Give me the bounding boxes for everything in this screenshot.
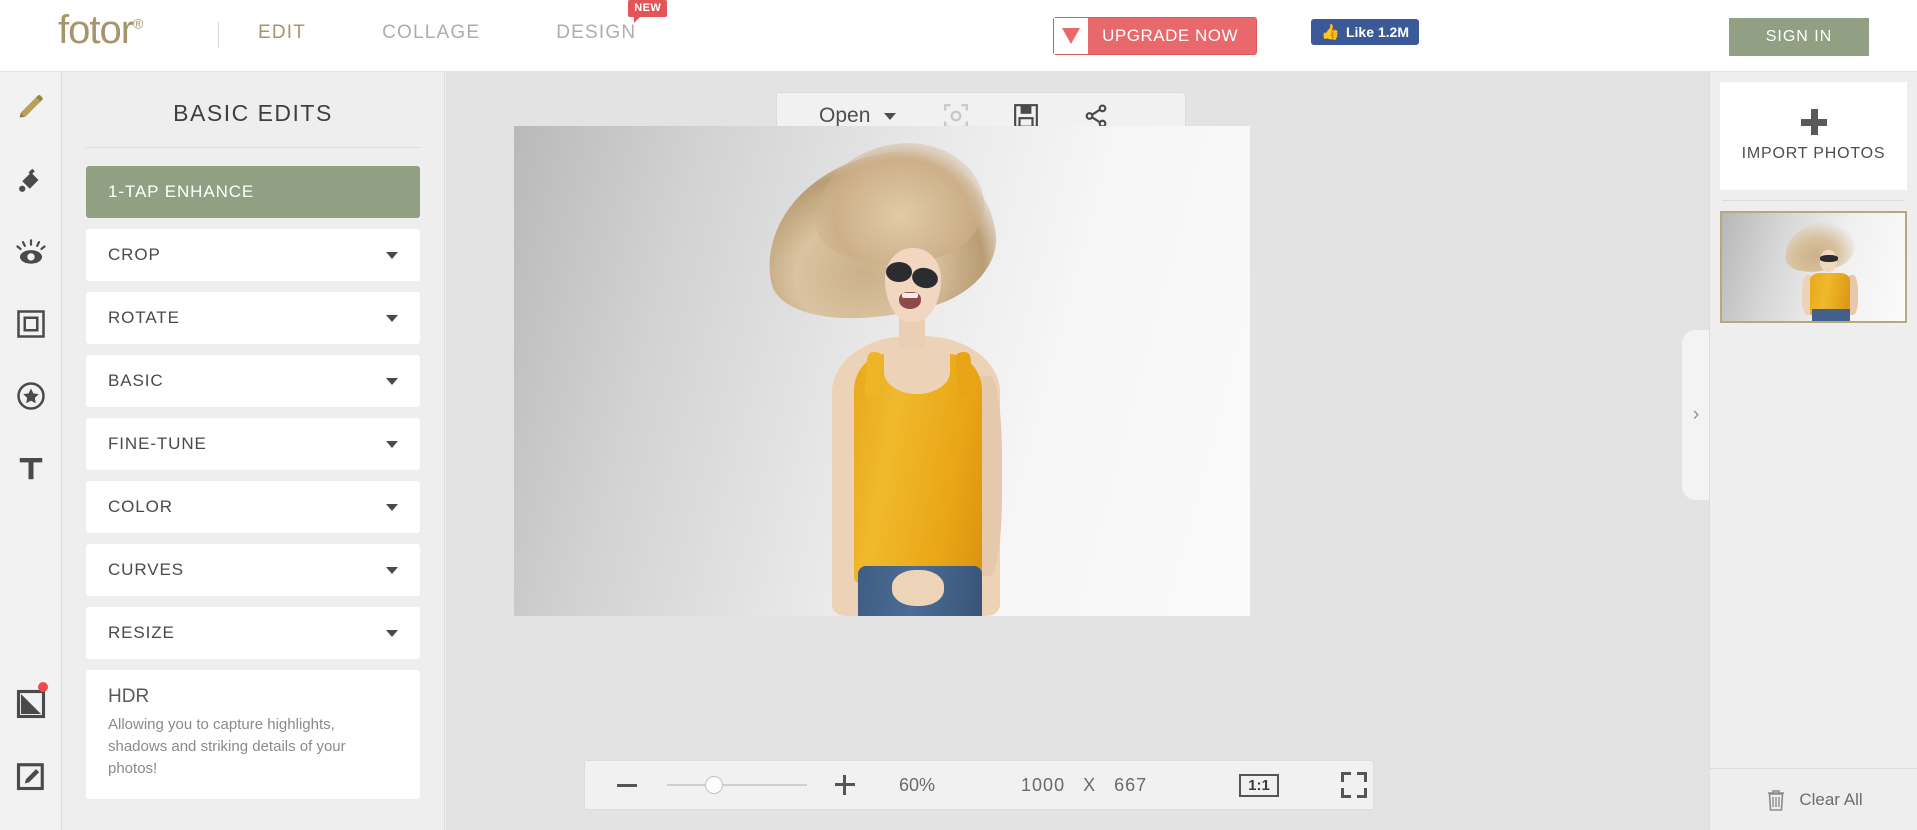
app-header: fotor® EDIT COLLAGE DESIGN NEW UPGRADE N… xyxy=(0,0,1917,72)
sidebar-item-label: FINE-TUNE xyxy=(108,434,207,453)
chevron-down-icon xyxy=(884,112,897,120)
zoom-slider[interactable] xyxy=(667,775,807,795)
new-badge: NEW xyxy=(628,0,668,23)
hdr-promo-description: Allowing you to capture highlights, shad… xyxy=(108,716,346,777)
image-height: 667 xyxy=(1114,774,1148,795)
chevron-down-icon xyxy=(386,504,398,511)
fullscreen-icon[interactable] xyxy=(1340,772,1367,798)
zoom-slider-handle[interactable] xyxy=(705,776,723,794)
panel-title: BASIC EDITS xyxy=(173,100,333,126)
zoom-out-button[interactable] xyxy=(617,783,637,787)
photo-neckline xyxy=(884,350,950,394)
zoom-in-button[interactable] xyxy=(835,775,855,795)
sidebar-item-curves[interactable]: CURVES xyxy=(86,544,420,596)
photo-mouth xyxy=(899,292,921,309)
sidebar-item-color[interactable]: COLOR xyxy=(86,481,420,533)
photos-panel: IMPORT PHOTOS Clear All xyxy=(1709,72,1917,830)
logo-registered-mark: ® xyxy=(133,15,143,32)
photo-sunglasses xyxy=(886,262,946,291)
clear-all-button[interactable]: Clear All xyxy=(1710,768,1917,830)
facebook-like-button[interactable]: 👍 Like 1.2M xyxy=(1311,19,1419,45)
chevron-down-icon xyxy=(386,378,398,385)
image-width: 1000 xyxy=(1021,774,1066,795)
sidebar-item-crop[interactable]: CROP xyxy=(86,229,420,281)
draw-icon[interactable] xyxy=(0,740,62,812)
open-button[interactable]: Open xyxy=(819,104,897,128)
photos-panel-divider xyxy=(1722,200,1905,201)
sidebar-item-basic[interactable]: BASIC xyxy=(86,355,420,407)
diamond-icon xyxy=(1054,18,1089,54)
sidebar-item-label: CURVES xyxy=(108,560,184,579)
beauty-retouch-icon[interactable] xyxy=(0,144,62,216)
open-label: Open xyxy=(819,104,871,127)
main-nav: EDIT COLLAGE DESIGN NEW xyxy=(258,0,712,44)
sidebar-item-label: CROP xyxy=(108,245,161,264)
sidebar-item-label: ROTATE xyxy=(108,308,180,327)
tool-rail-bottom xyxy=(0,668,62,812)
like-label: Like 1.2M xyxy=(1345,24,1409,40)
chevron-down-icon xyxy=(386,441,398,448)
plus-icon xyxy=(1800,109,1827,135)
sticker-star-icon[interactable] xyxy=(0,360,62,432)
frame-icon[interactable] xyxy=(0,288,62,360)
image-dimensions: 1000 X 667 xyxy=(1021,775,1147,796)
photo-canvas[interactable] xyxy=(514,126,1250,616)
zoom-percent-label: 60% xyxy=(899,774,936,795)
sidebar-item-label: RESIZE xyxy=(108,623,175,642)
header-divider xyxy=(218,22,219,48)
hdr-promo-title: HDR xyxy=(108,686,150,707)
actual-size-button[interactable]: 1:1 xyxy=(1239,773,1279,797)
notification-dot xyxy=(38,682,48,692)
nav-tab-collage[interactable]: COLLAGE xyxy=(382,22,480,44)
eye-effects-icon[interactable] xyxy=(0,216,62,288)
edit-options-list: 1-TAP ENHANCE CROP ROTATE BASIC FINE-TUN… xyxy=(62,166,444,659)
thumbnail-jeans xyxy=(1812,309,1850,321)
zoom-toolbar: 60% 1000 X 667 1:1 xyxy=(584,760,1374,810)
zoom-slider-track xyxy=(667,784,807,786)
clear-all-label: Clear All xyxy=(1799,789,1863,809)
thumbnail-hair xyxy=(1779,216,1859,278)
sidebar-item-rotate[interactable]: ROTATE xyxy=(86,292,420,344)
basic-edits-sidebar: BASIC EDITS 1-TAP ENHANCE CROP ROTATE BA… xyxy=(62,72,445,830)
upgrade-label: UPGRADE NOW xyxy=(1102,26,1238,45)
canvas-workspace: Open › 60% 1000 X 667 1:1 xyxy=(446,72,1710,830)
fotor-logo[interactable]: fotor® xyxy=(58,8,143,53)
panel-divider xyxy=(86,147,420,148)
nav-tab-edit[interactable]: EDIT xyxy=(258,22,306,44)
import-photos-button[interactable]: IMPORT PHOTOS xyxy=(1720,82,1907,190)
edit-pencil-icon[interactable] xyxy=(0,72,62,144)
chevron-down-icon xyxy=(386,630,398,637)
hdr-promo-card[interactable]: HDR Allowing you to capture highlights, … xyxy=(86,670,420,800)
sidebar-item-1-tap-enhance[interactable]: 1-TAP ENHANCE xyxy=(86,166,420,218)
import-photos-label: IMPORT PHOTOS xyxy=(1741,145,1886,162)
trash-icon xyxy=(1768,789,1785,811)
sidebar-item-fine-tune[interactable]: FINE-TUNE xyxy=(86,418,420,470)
nav-tab-design-label: DESIGN xyxy=(556,22,637,43)
photo-hands xyxy=(892,570,944,606)
sign-in-button[interactable]: SIGN IN xyxy=(1729,18,1869,56)
thumbs-up-icon: 👍 xyxy=(1321,24,1340,41)
sidebar-item-resize[interactable]: RESIZE xyxy=(86,607,420,659)
text-icon[interactable] xyxy=(0,432,62,504)
sidebar-item-label: 1-TAP ENHANCE xyxy=(108,182,255,201)
background-icon[interactable] xyxy=(0,668,62,740)
panel-collapse-toggle[interactable]: › xyxy=(1682,330,1710,500)
logo-text: fotor xyxy=(58,8,134,52)
nav-tab-design[interactable]: DESIGN NEW xyxy=(556,0,668,44)
sidebar-item-label: BASIC xyxy=(108,371,164,390)
sidebar-item-label: COLOR xyxy=(108,497,173,516)
upgrade-now-button[interactable]: UPGRADE NOW xyxy=(1053,17,1257,55)
thumbnail-sunglasses xyxy=(1820,255,1838,262)
chevron-down-icon xyxy=(386,252,398,259)
dimension-separator: X xyxy=(1083,774,1097,795)
tool-rail xyxy=(0,72,62,830)
chevron-down-icon xyxy=(386,567,398,574)
chevron-down-icon xyxy=(386,315,398,322)
photo-thumbnail[interactable] xyxy=(1720,211,1907,323)
